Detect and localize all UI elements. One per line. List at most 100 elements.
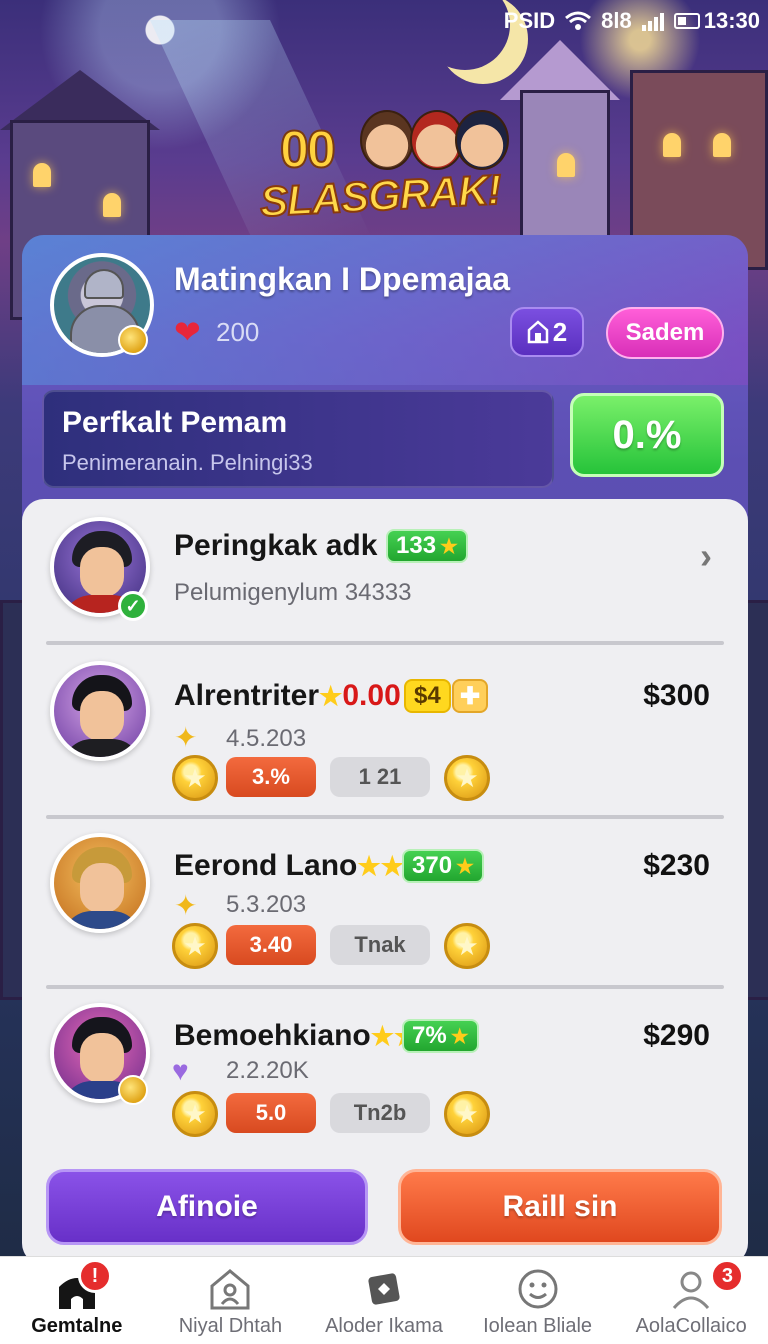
star-icon: ★ [440, 535, 458, 558]
rate-pill[interactable]: 3.% [226, 757, 316, 797]
knight-helmet [84, 269, 124, 299]
nav-item-home[interactable]: ! Gemtalne [0, 1257, 154, 1344]
logo-number: 00 [279, 120, 337, 180]
nav-item-smiley[interactable]: Iolean Bliale [461, 1257, 615, 1344]
leaderboard-card: Matingkan I Dpemajaa ❤ 200 2 Sadem Perfk… [22, 235, 748, 1265]
signal-bars-icon [641, 11, 664, 31]
gift-button[interactable]: 2 [510, 307, 584, 357]
nav-item-profile-house[interactable]: Niyal Dhtah [154, 1257, 308, 1344]
featured-badge: 133 ★ [386, 529, 468, 563]
heart-icon: ❤ [174, 314, 201, 350]
wifi-icon [565, 11, 592, 30]
player-row[interactable]: Bemoehkiano★★ 7% ★ $290 ♥ 2.2.20K ★ 5.0 T… [22, 991, 748, 1161]
window [713, 133, 731, 157]
player-name: Alrentriter★0.00 [174, 679, 401, 713]
avatar-face [80, 1033, 124, 1083]
character-face [455, 110, 509, 170]
nav-label: AolaCollaico [635, 1315, 747, 1337]
puzzle-chip-icon: ✚ [452, 679, 488, 713]
user-icon [669, 1267, 713, 1311]
player-subtitle: 2.2.20K [226, 1057, 309, 1084]
sadem-button[interactable]: Sadem [606, 307, 724, 359]
event-banner[interactable]: Perfkalt Pemam Penimeranain. Pelningi33 [42, 390, 554, 488]
cash-chip: $4 [404, 679, 451, 713]
percent-button[interactable]: 0.% [570, 393, 724, 477]
bottom-navigation: ! Gemtalne Niyal Dhtah Aloder Ikama Iole… [0, 1256, 768, 1344]
featured-player-row[interactable]: ✓ Peringkak adk 133 ★ Pelumigenylum 34333… [22, 499, 748, 639]
primary-action-button[interactable]: Afinoie [46, 1169, 368, 1245]
status-bar: PSID 8l8 13:30 [470, 6, 760, 36]
avatar-shirt [62, 911, 142, 929]
coin-icon: ★ [172, 755, 218, 801]
player-name: Bemoehkiano★★ [174, 1019, 417, 1053]
nav-label: Iolean Bliale [483, 1315, 593, 1337]
coin-icon: ★ [444, 755, 490, 801]
player-list: ✓ Peringkak adk 133 ★ Pelumigenylum 34333… [22, 499, 748, 1265]
score-chip-value: 7% [412, 1022, 447, 1049]
tag-pill[interactable]: 1 21 [330, 757, 430, 797]
player-subtitle: 5.3.203 [226, 891, 307, 918]
puzzle-icon [362, 1267, 406, 1311]
score-chip: 7% ★ [402, 1019, 479, 1053]
player-score: 0.00 [342, 679, 401, 712]
carrier-text: PSID [503, 8, 556, 33]
player-name: Eerond Lano★★ [174, 849, 404, 883]
coin-icon: ★ [444, 1091, 490, 1137]
tag-pill[interactable]: Tn2b [330, 1093, 430, 1133]
coin-icon: ★ [444, 923, 490, 969]
nav-label: Gemtalne [31, 1315, 123, 1337]
player-price: $300 [643, 679, 710, 712]
coin-icon: ★ [172, 923, 218, 969]
divider [46, 641, 724, 645]
score-chip: 370 ★ [402, 849, 484, 883]
gift-house-icon [527, 320, 549, 344]
featured-badge-value: 133 [396, 532, 437, 559]
featured-subtitle: Pelumigenylum 34333 [174, 579, 412, 606]
avatar-face [80, 547, 124, 597]
sparkle-icon: ✦ [174, 890, 198, 921]
clock-time: 13:30 [703, 8, 760, 33]
avatar-shirt [62, 739, 142, 757]
player-row[interactable]: Alrentriter★0.00 $4 ✚ $300 ✦ 4.5.203 ★ 3… [22, 649, 748, 819]
likes-count: 200 [216, 317, 260, 347]
avatar-face [80, 691, 124, 741]
sparkle-icon: ✦ [174, 722, 198, 753]
rate-pill[interactable]: 5.0 [226, 1093, 316, 1133]
profile-name: Matingkan I Dpemajaa [174, 261, 511, 297]
window [557, 153, 575, 177]
battery-indicator: 13:30 [673, 8, 760, 34]
avatar [50, 833, 150, 933]
coin-badge-icon [118, 1075, 148, 1105]
chevron-right-icon[interactable]: › [700, 535, 712, 577]
notification-badge: ! [78, 1259, 112, 1293]
nav-item-puzzle[interactable]: Aloder Ikama [307, 1257, 461, 1344]
player-name-text: Eerond Lano [174, 849, 358, 882]
coin-badge-icon [118, 325, 148, 355]
battery-icon [673, 13, 700, 29]
nav-label: Aloder Ikama [325, 1315, 443, 1337]
verified-check-icon: ✓ [118, 591, 148, 621]
star-icon: ★ [450, 1025, 469, 1048]
window [33, 163, 51, 187]
avatar-face [80, 863, 124, 913]
nav-item-account[interactable]: 3 AolaCollaico [614, 1257, 768, 1344]
purple-heart-icon: ♥ [172, 1055, 189, 1086]
nav-label: Niyal Dhtah [178, 1315, 283, 1337]
background-tower [520, 90, 610, 250]
featured-name: Peringkak adk [174, 529, 378, 562]
divider [46, 985, 724, 989]
rate-pill[interactable]: 3.40 [226, 925, 316, 965]
player-price: $290 [643, 1019, 710, 1052]
player-row[interactable]: Eerond Lano★★ 370 ★ $230 ✦ 5.3.203 ★ 3.40… [22, 821, 748, 989]
window [103, 193, 121, 217]
secondary-action-button[interactable]: Raill sin [398, 1169, 722, 1245]
coin-icon: ★ [172, 1091, 218, 1137]
character-face [360, 110, 414, 170]
gift-count: 2 [552, 316, 568, 347]
divider [46, 815, 724, 819]
window [663, 133, 681, 157]
tag-pill[interactable]: Tnak [330, 925, 430, 965]
score-chip-value: 370 [412, 852, 453, 879]
star-icon: ★ [456, 855, 474, 878]
game-logo: 00 SLASGRAK! [250, 110, 520, 230]
